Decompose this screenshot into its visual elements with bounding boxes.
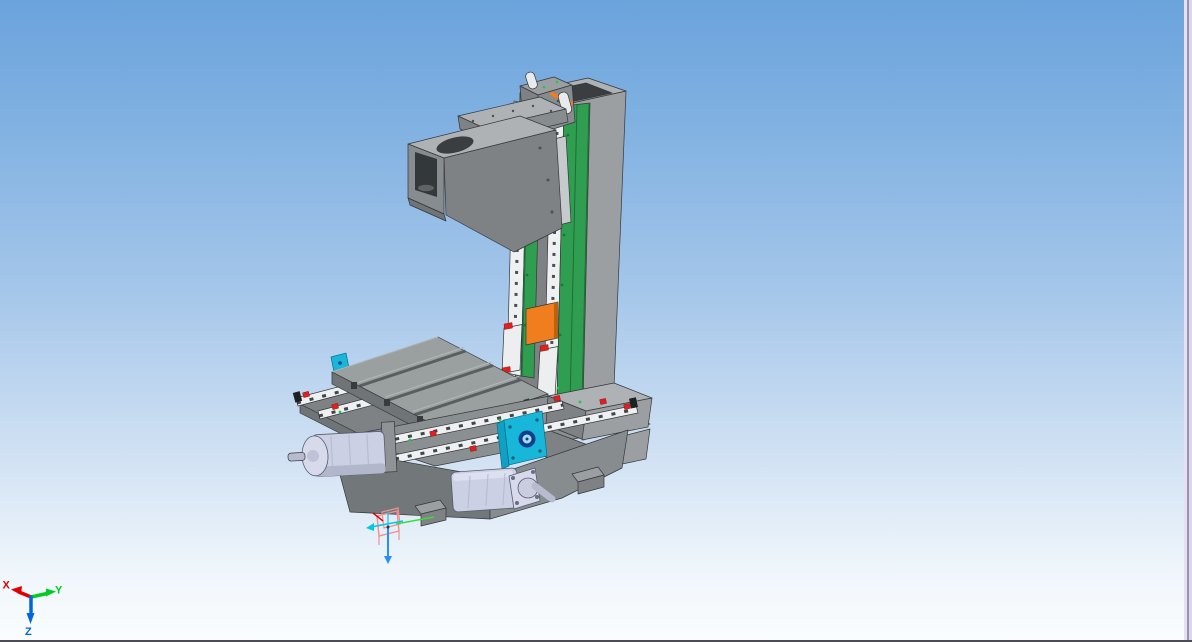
z-axis-label: Z xyxy=(25,626,32,638)
z-arrowhead-icon xyxy=(26,613,35,624)
machine-assembly-render: X Y Z xyxy=(3,71,653,639)
blue-arrowhead xyxy=(384,556,392,564)
cyan-arrowhead xyxy=(366,523,374,531)
cad-3d-viewport[interactable]: X Y Z xyxy=(0,0,1192,642)
z-carriage-lower-left[interactable] xyxy=(501,322,523,374)
window-border-right xyxy=(1184,0,1192,642)
y-axis-arrow[interactable] xyxy=(29,591,49,599)
motor-shaft xyxy=(287,452,306,462)
y-axis-label: Y xyxy=(55,585,63,597)
spindle-head[interactable] xyxy=(407,96,572,253)
x-arrowhead-icon xyxy=(11,586,22,595)
cad-window: X Y Z xyxy=(0,0,1192,642)
axis-triad[interactable]: X Y Z xyxy=(3,580,64,639)
spindle-bore-bottom xyxy=(418,184,434,192)
x-axis-label: X xyxy=(3,580,11,592)
z-ballscrew-nut[interactable] xyxy=(525,301,559,346)
